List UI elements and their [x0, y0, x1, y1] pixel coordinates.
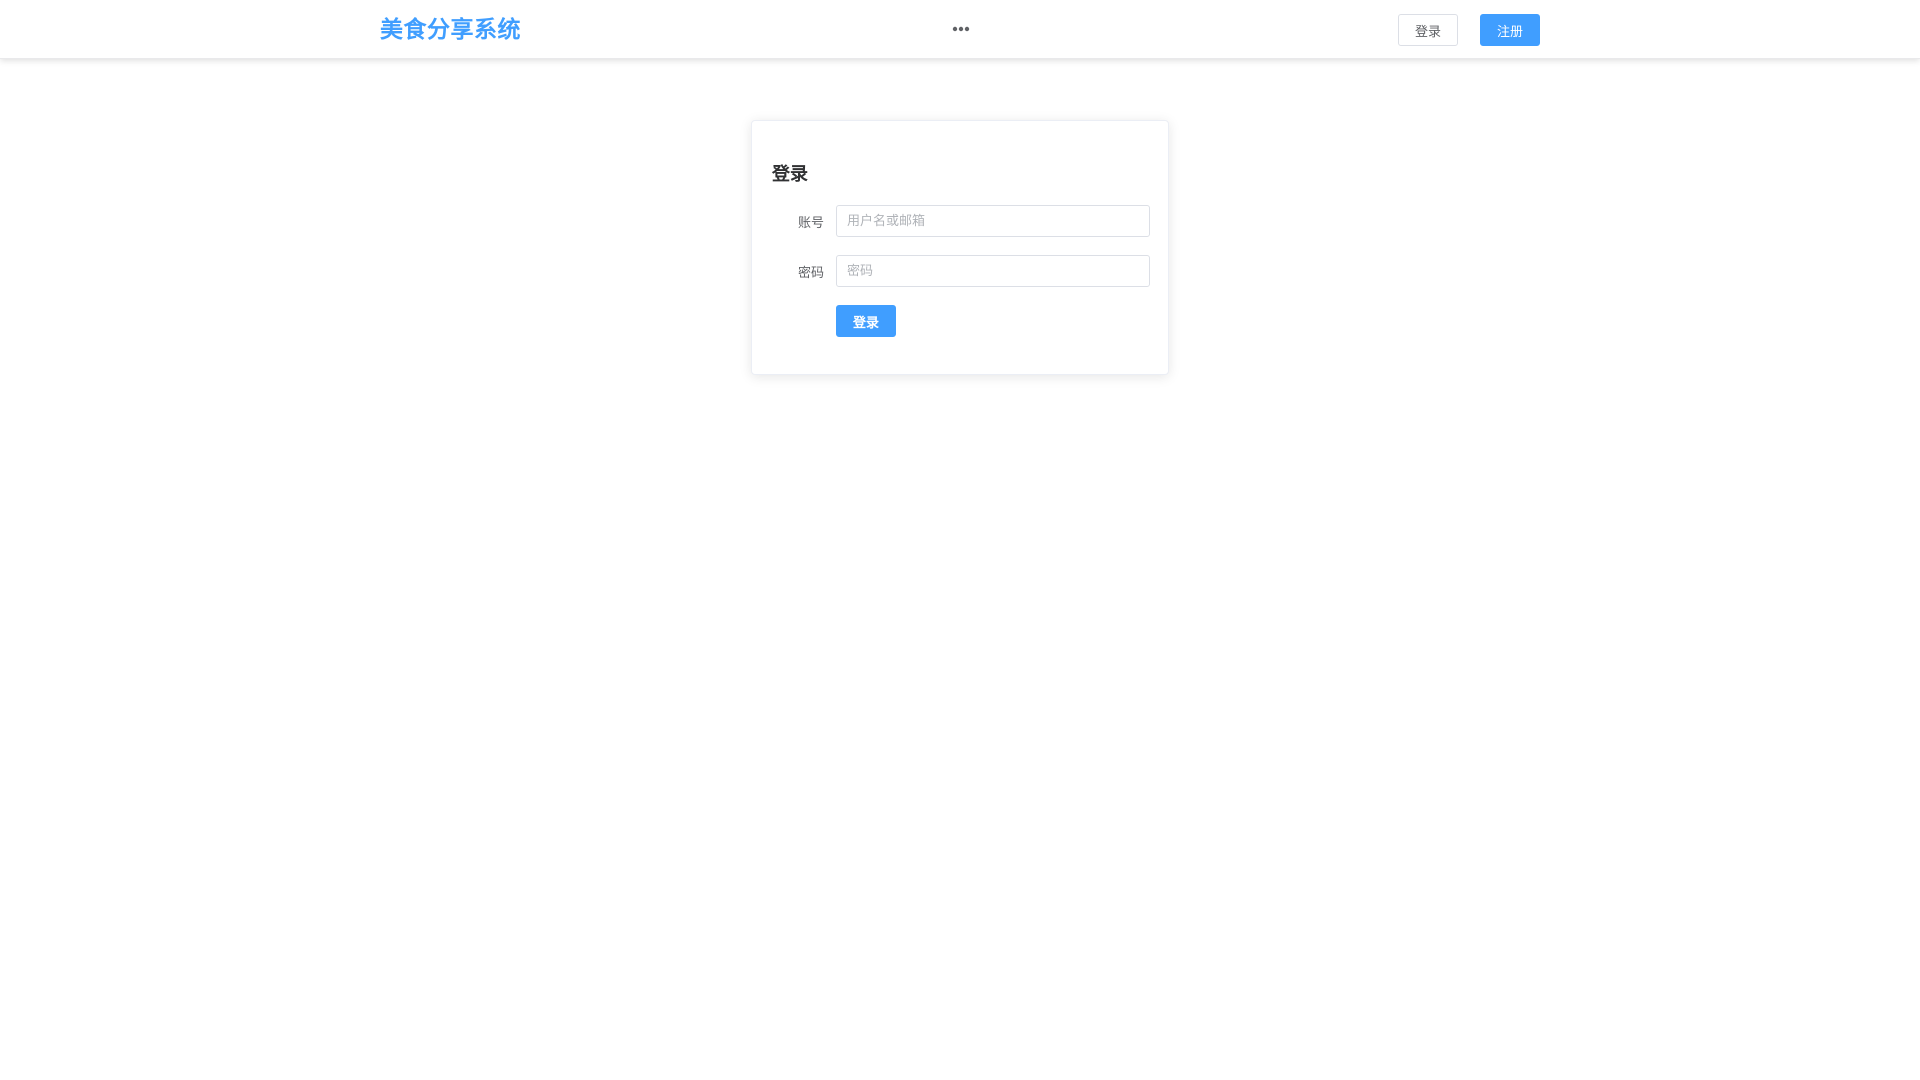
top-header: 美食分享系统 登录 注册 — [0, 0, 1920, 59]
account-input[interactable] — [836, 205, 1150, 237]
password-input[interactable] — [836, 255, 1150, 287]
login-title: 登录 — [772, 164, 808, 185]
site-logo[interactable]: 美食分享系统 — [380, 14, 521, 46]
account-label: 账号 — [797, 215, 824, 231]
login-submit-button[interactable]: 登录 — [836, 305, 896, 337]
more-menu-button[interactable] — [943, 14, 979, 44]
header-actions: 登录 注册 — [1398, 14, 1540, 46]
password-label: 密码 — [797, 265, 824, 281]
account-row: 账号 — [772, 205, 1152, 237]
password-row: 密码 — [772, 255, 1152, 287]
more-horizontal-icon — [952, 26, 970, 32]
header-login-button[interactable]: 登录 — [1398, 14, 1458, 46]
login-card: 登录 账号 密码 登录 — [751, 120, 1169, 375]
header-register-button[interactable]: 注册 — [1480, 14, 1540, 46]
